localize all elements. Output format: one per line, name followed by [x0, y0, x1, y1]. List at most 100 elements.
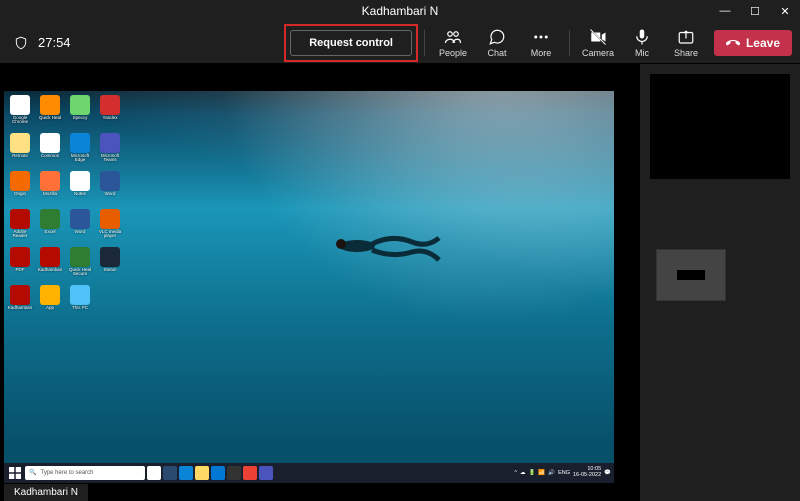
- shared-screen-stage: Google ChromeQuick Heal Speccy Yandex Remot…: [0, 64, 640, 501]
- maximize-button[interactable]: ☐: [740, 0, 770, 22]
- desktop-shortcut[interactable]: Google Chrome: [6, 95, 34, 131]
- more-label: More: [531, 48, 552, 58]
- desktop-shortcut[interactable]: Origin: [6, 171, 34, 207]
- desktop-shortcut-icon: [100, 171, 120, 191]
- desktop-shortcut-icon: [40, 133, 60, 153]
- desktop-shortcut[interactable]: Mozilla: [36, 171, 64, 207]
- desktop-shortcut-icon: [70, 285, 90, 305]
- chat-label: Chat: [487, 48, 506, 58]
- desktop-shortcut-label: App: [46, 306, 54, 311]
- participant-thumbnails: [640, 64, 800, 501]
- desktop-shortcut[interactable]: Word: [66, 209, 94, 245]
- participant-thumbnail-self[interactable]: [656, 249, 726, 301]
- desktop-shortcut[interactable]: Adobe Reader: [6, 209, 34, 245]
- taskbar-store-icon[interactable]: [211, 466, 225, 480]
- desktop-shortcut-icon: [70, 133, 90, 153]
- taskbar-edge-icon[interactable]: [179, 466, 193, 480]
- desktop-shortcut[interactable]: Excel: [36, 209, 64, 245]
- people-label: People: [439, 48, 467, 58]
- start-button[interactable]: [7, 465, 23, 481]
- desktop-shortcut[interactable]: Quick Heal: [36, 95, 64, 131]
- call-timer: 27:54: [38, 35, 71, 50]
- desktop-shortcut-icon: [10, 133, 30, 153]
- desktop-shortcut-icon: [40, 247, 60, 267]
- desktop-shortcut-icon: [70, 171, 90, 191]
- taskbar-app-icon[interactable]: [227, 466, 241, 480]
- desktop-shortcut[interactable]: Microsoft Edge: [66, 133, 94, 169]
- desktop-shortcut[interactable]: Kadhambari: [6, 285, 34, 321]
- desktop-shortcut-icon: [100, 133, 120, 153]
- taskbar-chrome-icon[interactable]: [243, 466, 257, 480]
- desktop-shortcut[interactable]: Notes: [66, 171, 94, 207]
- request-control-highlight: Request control: [284, 24, 418, 62]
- share-label: Share: [674, 48, 698, 58]
- desktop-shortcut[interactable]: App: [36, 285, 64, 321]
- wallpaper-swimmer: [327, 224, 447, 274]
- taskbar-taskview-icon[interactable]: [163, 466, 177, 480]
- desktop-shortcut[interactable]: Remote: [6, 133, 34, 169]
- desktop-shortcut-icon: [70, 247, 90, 267]
- hangup-icon: [726, 36, 740, 50]
- share-button[interactable]: Share: [664, 24, 708, 62]
- people-button[interactable]: People: [431, 24, 475, 62]
- desktop-shortcut-label: Microsoft Teams: [96, 154, 124, 163]
- participant-thumbnail-large[interactable]: [650, 74, 790, 179]
- window-title: Kadhambari N: [362, 4, 439, 18]
- desktop-shortcut[interactable]: VLC media player: [96, 209, 124, 245]
- shared-screen: Google ChromeQuick Heal Speccy Yandex Remot…: [4, 91, 614, 483]
- more-button[interactable]: More: [519, 24, 563, 62]
- taskbar-search[interactable]: 🔍 Type here to search: [25, 466, 145, 480]
- meeting-main: Google ChromeQuick Heal Speccy Yandex Remot…: [0, 64, 800, 501]
- toolbar-divider: [569, 30, 570, 56]
- share-icon: [677, 28, 695, 46]
- desktop-shortcut[interactable]: Kadhambari: [36, 247, 64, 283]
- desktop-shortcut-label: Mozilla: [43, 192, 57, 197]
- desktop-shortcut-icon: [70, 95, 90, 115]
- desktop-shortcut[interactable]: This PC: [66, 285, 94, 321]
- camera-button[interactable]: Camera: [576, 24, 620, 62]
- chat-button[interactable]: Chat: [475, 24, 519, 62]
- desktop-shortcut[interactable]: PDF: [6, 247, 34, 283]
- desktop-shortcut[interactable]: Word: [96, 171, 124, 207]
- desktop-shortcut-label: Word: [75, 230, 86, 235]
- desktop-shortcut[interactable]: Microsoft Teams: [96, 133, 124, 169]
- taskbar-tray[interactable]: ^☁🔋📶🔊 ENG 10:05 16-05-2022 💬: [514, 467, 611, 478]
- desktop-shortcut-icon: [40, 285, 60, 305]
- desktop-shortcut-label: Kadhambari: [8, 306, 32, 311]
- desktop-shortcut-label: Steam: [103, 268, 116, 273]
- desktop-shortcut-icon: [40, 171, 60, 191]
- taskbar-explorer-icon[interactable]: [195, 466, 209, 480]
- desktop-shortcut-label: This PC: [72, 306, 88, 311]
- desktop-shortcut-label: Speccy: [73, 116, 88, 121]
- window-title-bar: Kadhambari N — ☐ ✕: [0, 0, 800, 22]
- mic-button[interactable]: Mic: [620, 24, 664, 62]
- camera-off-icon: [589, 28, 607, 46]
- desktop-shortcut[interactable]: Yandex: [96, 95, 124, 131]
- desktop-shortcut-icon: [40, 95, 60, 115]
- desktop-shortcut-label: Google Chrome: [6, 116, 34, 125]
- desktop-shortcut-icon: [10, 95, 30, 115]
- desktop-icons-grid: Google ChromeQuick Heal Speccy Yandex Remot…: [4, 91, 134, 463]
- desktop-shortcut-label: Notes: [74, 192, 86, 197]
- desktop-shortcut-label: Common: [41, 154, 59, 159]
- search-icon: 🔍: [29, 469, 36, 476]
- desktop-shortcut[interactable]: Speccy: [66, 95, 94, 131]
- desktop-shortcut-label: Excel: [44, 230, 55, 235]
- desktop-shortcut-label: Quick Heal Secure: [66, 268, 94, 277]
- shield-icon: [14, 35, 28, 51]
- desktop-shortcut[interactable]: Steam: [96, 247, 124, 283]
- chat-icon: [488, 28, 506, 46]
- close-button[interactable]: ✕: [770, 0, 800, 22]
- taskbar-cortana-icon[interactable]: [147, 466, 161, 480]
- shared-taskbar: 🔍 Type here to search ^☁🔋📶🔊 ENG 10:05: [4, 463, 614, 483]
- desktop-shortcut[interactable]: Common: [36, 133, 64, 169]
- camera-label: Camera: [582, 48, 614, 58]
- request-control-button[interactable]: Request control: [290, 30, 412, 56]
- tray-lang: ENG: [558, 470, 570, 476]
- leave-button[interactable]: Leave: [714, 30, 792, 56]
- minimize-button[interactable]: —: [710, 0, 740, 22]
- desktop-shortcut-label: Yandex: [103, 116, 118, 121]
- desktop-shortcut[interactable]: Quick Heal Secure: [66, 247, 94, 283]
- taskbar-teams-icon[interactable]: [259, 466, 273, 480]
- desktop-shortcut-label: PDF: [16, 268, 25, 273]
